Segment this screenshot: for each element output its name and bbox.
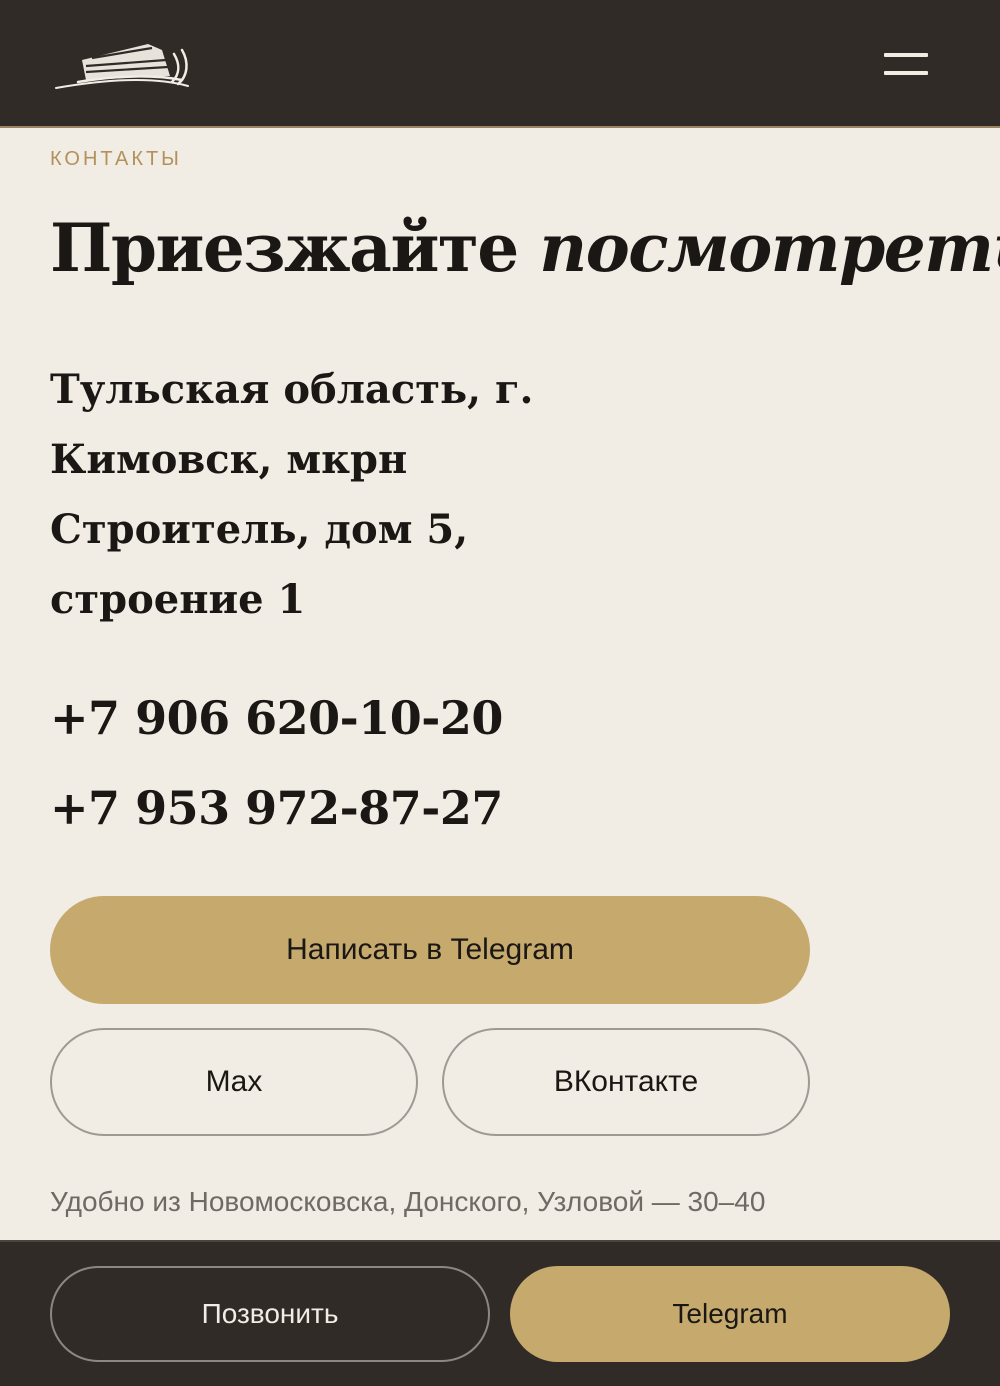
address-line: Строитель, дом 5, [50, 506, 469, 553]
write-telegram-button[interactable]: Написать в Telegram [50, 896, 810, 1004]
address-line: Тульская область, г. [50, 366, 534, 413]
phone-link-2[interactable]: +7 953 972-87-27 [50, 778, 503, 838]
title-regular: Приезжайте [50, 209, 519, 287]
site-header [0, 0, 1000, 128]
bottom-action-bar: Позвонить Telegram [0, 1240, 1000, 1386]
call-button[interactable]: Позвонить [50, 1266, 490, 1362]
menu-line [884, 71, 928, 75]
address-line: строение 1 [50, 576, 306, 623]
menu-line [884, 53, 928, 57]
boat-logo-icon[interactable] [52, 36, 192, 92]
section-eyebrow: КОНТАКТЫ [50, 148, 182, 170]
hamburger-menu-icon[interactable] [874, 44, 938, 84]
page-title: Приезжайте посмотреть [50, 200, 1000, 296]
address-line: Кимовск, мкрн [50, 436, 408, 483]
title-italic: посмотреть [539, 209, 1000, 287]
max-button[interactable]: Max [50, 1028, 418, 1136]
phone-link-1[interactable]: +7 906 620-10-20 [50, 688, 503, 748]
address: Тульская область, г. Кимовск, мкрн Строи… [50, 355, 570, 635]
telegram-button[interactable]: Telegram [510, 1266, 950, 1362]
page: КОНТАКТЫ Приезжайте посмотреть Тульская … [0, 0, 1000, 1386]
vkontakte-button[interactable]: ВКонтакте [442, 1028, 810, 1136]
